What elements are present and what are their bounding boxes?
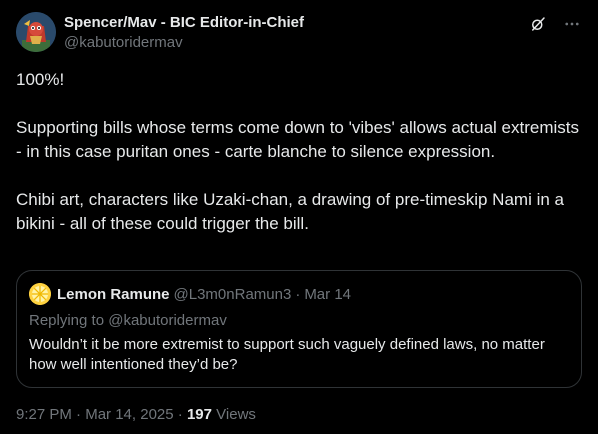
quoted-user-handle[interactable]: @L3m0nRamun3 [174, 286, 292, 303]
grok-icon[interactable] [528, 14, 548, 34]
tweet-date[interactable]: Mar 14, 2025 [85, 406, 173, 423]
quoted-date[interactable]: Mar 14 [304, 286, 351, 303]
quoted-user-avatar[interactable] [29, 283, 51, 305]
header-actions [528, 14, 582, 34]
quoted-separator: · [295, 285, 301, 303]
quoted-display-name[interactable]: Lemon Ramune [57, 286, 170, 303]
quoted-tweet-text: Wouldn’t it be more extremist to support… [29, 336, 545, 373]
tweet-time[interactable]: 9:27 PM [16, 406, 72, 423]
quoted-tweet-header: Lemon Ramune @L3m0nRamun3 · Mar 14 [29, 283, 351, 305]
meta-dot: · [173, 406, 187, 423]
views-count: 197 [186, 406, 212, 423]
more-icon[interactable] [562, 14, 582, 34]
tweet-meta: 9:27 PM · Mar 14, 2025 · 197 Views [16, 405, 256, 425]
views-label: Views [216, 406, 256, 423]
display-name[interactable]: Spencer/Mav - BIC Editor-in-Chief [64, 14, 304, 32]
tweet-text: 100%! Supporting bills whose terms come … [16, 70, 580, 233]
user-names: Spencer/Mav - BIC Editor-in-Chief @kabut… [64, 14, 304, 53]
meta-dot: · [71, 406, 86, 423]
tweet-header: Spencer/Mav - BIC Editor-in-Chief @kabut… [16, 12, 582, 56]
quoted-tweet[interactable]: Lemon Ramune @L3m0nRamun3 · Mar 14 Reply… [16, 270, 582, 388]
user-avatar[interactable] [16, 12, 56, 52]
replying-to: Replying to @kabutoridermav [29, 312, 227, 329]
user-handle[interactable]: @kabutoridermav [64, 33, 304, 53]
